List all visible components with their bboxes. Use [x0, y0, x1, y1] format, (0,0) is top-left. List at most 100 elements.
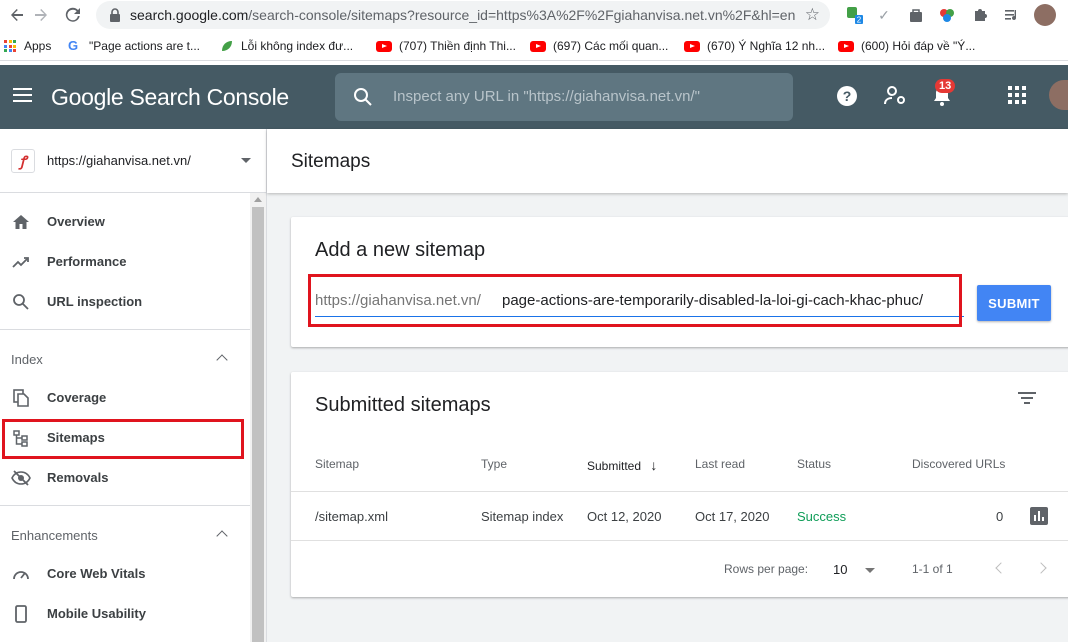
sitemap-url-prefix: https://giahanvisa.net.vn/ — [315, 292, 481, 309]
rows-per-page-label: Rows per page: — [724, 562, 809, 576]
prev-page-icon[interactable] — [995, 562, 1007, 574]
sidebar-item-performance[interactable]: Performance — [0, 241, 250, 281]
bookmark-youtube-3[interactable]: (670) Ý Nghĩa 12 nh... — [684, 39, 825, 53]
sitemap-icon — [11, 428, 31, 448]
color-picker-icon[interactable] — [937, 5, 957, 25]
apps-icon[interactable] — [1007, 85, 1027, 105]
property-selector[interactable]: ꝭ https://giahanvisa.net.vn/ — [0, 129, 266, 193]
svg-text:?: ? — [843, 88, 852, 104]
help-icon[interactable]: ? — [836, 85, 858, 107]
sidebar-item-removals[interactable]: Removals — [0, 457, 250, 497]
star-icon[interactable]: ☆ — [805, 5, 820, 25]
page-title: Sitemaps — [291, 151, 371, 172]
sidebar-item-core-web-vitals[interactable]: Core Web Vitals — [0, 553, 250, 593]
youtube-icon — [838, 40, 854, 52]
home-icon — [11, 212, 31, 232]
media-queue-icon[interactable] — [1002, 5, 1022, 25]
smartphone-icon — [11, 604, 31, 624]
apps-grid-icon — [4, 40, 16, 52]
cell-type: Sitemap index — [481, 509, 564, 524]
reload-icon[interactable] — [62, 4, 84, 26]
app-title[interactable]: Google Search Console — [51, 84, 289, 111]
cell-last-read: Oct 17, 2020 — [695, 509, 770, 524]
youtube-icon — [376, 40, 392, 52]
bookmark-apps[interactable]: Apps — [4, 39, 51, 53]
sidebar: ꝭ https://giahanvisa.net.vn/ Overview Pe… — [0, 129, 267, 642]
scrollbar-thumb[interactable] — [252, 207, 264, 642]
sidebar-item-coverage[interactable]: Coverage — [0, 377, 250, 417]
add-sitemap-title: Add a new sitemap — [315, 239, 486, 261]
sidebar-item-overview[interactable]: Overview — [0, 201, 250, 241]
filter-icon[interactable] — [1018, 392, 1036, 406]
page-header: Sitemaps — [267, 129, 1068, 193]
caret-down-icon — [865, 568, 876, 574]
sidebar-item-url-inspection[interactable]: URL inspection — [0, 281, 250, 321]
url-inspect-search[interactable]: Inspect any URL in "https://giahanvisa.n… — [335, 73, 793, 121]
svg-text:2: 2 — [857, 16, 862, 25]
sitemap-url-input[interactable]: https://giahanvisa.net.vn/ page-actions-… — [315, 287, 964, 317]
caret-down-icon — [241, 158, 251, 163]
sidebar-scrollbar[interactable] — [250, 193, 266, 642]
search-placeholder: Inspect any URL in "https://giahanvisa.n… — [393, 88, 700, 105]
col-header-submitted[interactable]: Submitted ↓ — [587, 457, 657, 473]
speed-icon — [11, 564, 31, 584]
chevron-up-icon — [216, 530, 228, 542]
back-icon[interactable] — [6, 4, 28, 26]
browser-toolbar: search.google.com/search-console/sitemap… — [0, 0, 1068, 31]
col-header-sitemap[interactable]: Sitemap — [315, 457, 359, 471]
sidebar-section-enhancements[interactable]: Enhancements — [0, 510, 250, 558]
notification-count-badge: 13 — [935, 79, 956, 93]
leaf-icon — [220, 39, 234, 53]
visibility-off-icon — [11, 468, 31, 488]
bookmark-youtube-2[interactable]: (697) Các mối quan... — [530, 39, 668, 53]
browser-profile-avatar[interactable] — [1034, 4, 1056, 26]
extension-icon[interactable]: 2 — [844, 5, 864, 25]
address-url: search.google.com/search-console/sitemap… — [130, 7, 796, 23]
google-g-icon: G — [68, 38, 79, 53]
col-header-status[interactable]: Status — [797, 457, 831, 471]
bookmark-google[interactable]: G "Page actions are t... — [68, 38, 200, 54]
bookmark-youtube-1[interactable]: (707) Thiền định Thi... — [376, 39, 516, 53]
menu-icon[interactable] — [13, 88, 32, 102]
sidebar-item-sitemaps[interactable]: Sitemaps — [0, 417, 250, 457]
pagination-range: 1-1 of 1 — [912, 562, 953, 576]
rows-per-page-select[interactable]: 10 — [833, 562, 876, 577]
sidebar-item-mobile-usability[interactable]: Mobile Usability — [0, 593, 250, 633]
bar-chart-icon[interactable] — [1030, 507, 1048, 525]
sidebar-divider — [0, 329, 250, 330]
submitted-sitemaps-title: Submitted sitemaps — [315, 394, 491, 416]
bag-icon[interactable] — [906, 5, 926, 25]
next-page-icon[interactable] — [1035, 562, 1047, 574]
chevron-up-icon — [216, 354, 228, 366]
bookmark-leaf[interactable]: Lỗi không index đư... — [220, 39, 353, 53]
sort-arrow-down-icon: ↓ — [650, 457, 658, 473]
check-icon[interactable]: ✓ — [874, 5, 894, 25]
scroll-up-icon[interactable] — [254, 197, 262, 202]
address-bar[interactable]: search.google.com/search-console/sitemap… — [96, 1, 830, 29]
puzzle-icon[interactable] — [970, 5, 990, 25]
col-header-discovered-urls[interactable]: Discovered URLs — [912, 457, 1005, 471]
bookmark-youtube-4[interactable]: (600) Hỏi đáp về "Ý... — [838, 39, 975, 53]
submit-button[interactable]: SUBMIT — [977, 285, 1051, 321]
manage-accounts-icon[interactable] — [884, 85, 908, 107]
sidebar-section-index[interactable]: Index — [0, 334, 250, 382]
bookmarks-bar: Apps G "Page actions are t... Lỗi không … — [0, 31, 1068, 61]
col-header-last-read[interactable]: Last read — [695, 457, 745, 471]
youtube-icon — [530, 40, 546, 52]
col-header-type[interactable]: Type — [481, 457, 507, 471]
property-favicon: ꝭ — [11, 149, 35, 173]
cell-submitted: Oct 12, 2020 — [587, 509, 662, 524]
main-content: Sitemaps Add a new sitemap https://giaha… — [267, 129, 1068, 642]
youtube-icon — [684, 40, 700, 52]
add-sitemap-card: Add a new sitemap https://giahanvisa.net… — [291, 217, 1068, 347]
property-url: https://giahanvisa.net.vn/ — [47, 153, 191, 168]
search-icon — [354, 88, 372, 106]
submitted-sitemaps-card: Submitted sitemaps Sitemap Type Submitte… — [291, 372, 1068, 597]
app-header: Google Search Console Inspect any URL in… — [0, 65, 1068, 129]
trending-up-icon — [11, 252, 31, 272]
table-divider — [291, 540, 1068, 541]
lock-icon — [110, 8, 120, 22]
forward-icon[interactable] — [30, 4, 52, 26]
search-icon — [11, 292, 31, 312]
sitemap-url-value: page-actions-are-temporarily-disabled-la… — [502, 292, 924, 309]
